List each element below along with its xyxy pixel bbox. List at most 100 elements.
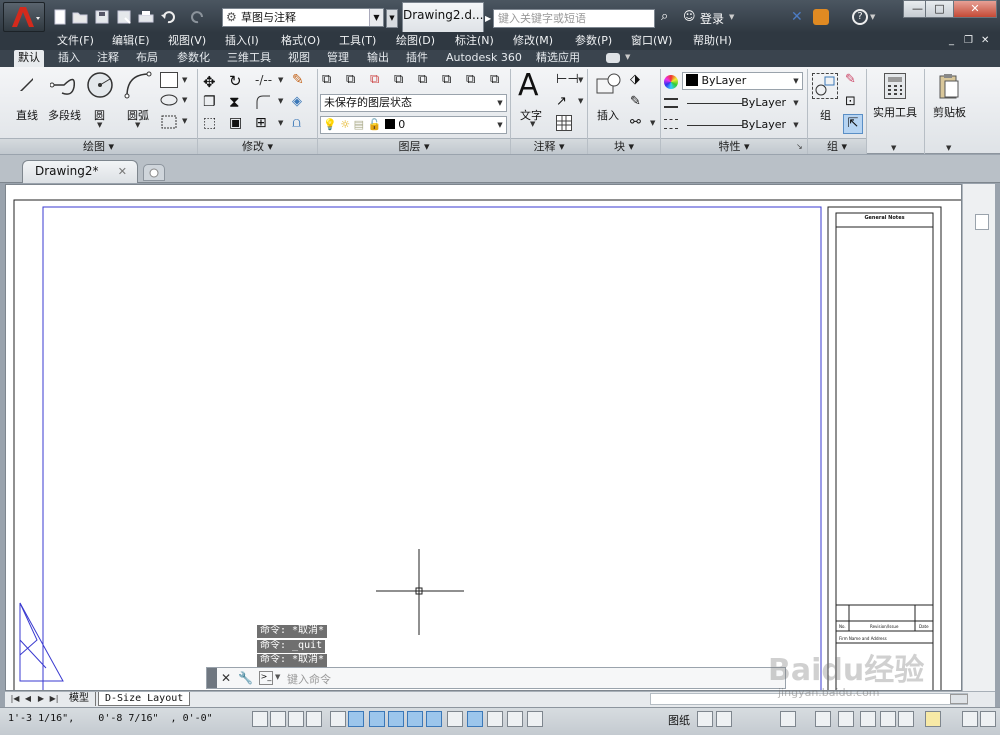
ortho-mode-icon[interactable] bbox=[306, 711, 322, 727]
save-icon[interactable] bbox=[94, 9, 110, 25]
tab-output[interactable]: 输出 bbox=[363, 50, 393, 67]
vertical-scrollbar-thumb[interactable] bbox=[975, 214, 989, 230]
annotation-panel-title[interactable]: 注释 ▾ bbox=[511, 138, 587, 154]
layer-lock-icon[interactable]: ⧉ bbox=[442, 72, 451, 87]
scale-icon[interactable]: ▣ bbox=[229, 115, 242, 131]
quick-properties-icon[interactable] bbox=[507, 711, 523, 727]
array-icon[interactable]: ⊞ bbox=[255, 115, 267, 131]
erase-icon[interactable]: ✎ bbox=[292, 72, 304, 88]
menu-view[interactable]: 视图(V) bbox=[168, 33, 206, 50]
infer-constraints-icon[interactable] bbox=[252, 711, 268, 727]
drawing-canvas[interactable]: General Notes No. Revision/Issue Date Fi… bbox=[5, 184, 962, 691]
menu-draw[interactable]: 绘图(D) bbox=[396, 33, 435, 50]
undo-icon[interactable] bbox=[160, 9, 176, 25]
leader-icon[interactable]: ↗ bbox=[556, 94, 567, 109]
ribbon-toggle-dropdown-icon[interactable]: ▼ bbox=[625, 53, 630, 61]
ellipse-dropdown-icon[interactable]: ▼ bbox=[182, 96, 187, 104]
tab-manage[interactable]: 管理 bbox=[323, 50, 353, 67]
file-tab-drawing2[interactable]: Drawing2* ✕ bbox=[22, 160, 138, 183]
vertical-scrollbar[interactable] bbox=[962, 184, 995, 691]
arc-button[interactable]: 圆弧 ▼ bbox=[124, 71, 152, 129]
doc-restore-button[interactable]: ❐ bbox=[964, 33, 973, 50]
login-dropdown-icon[interactable]: ▼ bbox=[729, 13, 734, 21]
last-layout-icon[interactable]: ▶| bbox=[48, 693, 60, 705]
leader-dropdown-icon[interactable]: ▼ bbox=[578, 97, 583, 105]
annotation-scale-icon[interactable] bbox=[815, 711, 831, 727]
polar-tracking-icon[interactable] bbox=[330, 711, 346, 727]
workspace-selector[interactable]: ⚙ 草图与注释 ▼ bbox=[222, 8, 384, 27]
fillet-icon[interactable] bbox=[255, 94, 271, 110]
prev-layout-icon[interactable]: ◀ bbox=[22, 693, 34, 705]
dynamic-input-icon[interactable] bbox=[447, 711, 463, 727]
block-panel-title[interactable]: 块 ▾ bbox=[588, 138, 660, 154]
color-dropdown[interactable]: ByLayer ▼ bbox=[682, 72, 803, 90]
calculator-icon[interactable] bbox=[884, 73, 906, 99]
tab-autodesk-360[interactable]: Autodesk 360 bbox=[442, 50, 526, 67]
copy-icon[interactable]: ❐ bbox=[203, 94, 216, 110]
menu-help[interactable]: 帮助(H) bbox=[693, 33, 732, 50]
rectangle-dropdown-icon[interactable]: ▼ bbox=[182, 76, 187, 84]
save-as-icon[interactable] bbox=[116, 9, 132, 25]
close-icon[interactable]: ✕ bbox=[221, 671, 231, 685]
autodesk-360-icon[interactable] bbox=[813, 9, 829, 25]
menu-format[interactable]: 格式(O) bbox=[281, 33, 320, 50]
text-dropdown-icon[interactable]: ▼ bbox=[530, 120, 535, 128]
offset-icon[interactable]: ⩍ bbox=[292, 115, 301, 131]
menu-tools[interactable]: 工具(T) bbox=[339, 33, 376, 50]
tab-insert[interactable]: 插入 bbox=[54, 50, 84, 67]
transparency-icon[interactable] bbox=[487, 711, 503, 727]
ellipse-icon[interactable] bbox=[160, 93, 178, 107]
layer-walk-icon[interactable]: ⧉ bbox=[490, 72, 499, 87]
close-button[interactable]: ✕ bbox=[953, 0, 997, 18]
layer-isolate-icon[interactable]: ⧉ bbox=[394, 72, 403, 87]
binoculars-icon[interactable]: ⌕ bbox=[661, 9, 677, 25]
linetype-icon[interactable] bbox=[664, 119, 678, 129]
groups-panel-title[interactable]: 组 ▾ bbox=[808, 138, 866, 154]
tab-d-size-layout[interactable]: D-Size Layout bbox=[98, 692, 191, 706]
workspace-switching-icon[interactable] bbox=[860, 711, 876, 727]
menu-edit[interactable]: 编辑(E) bbox=[112, 33, 150, 50]
group-select-icon[interactable]: ⇱ bbox=[843, 114, 863, 134]
open-file-icon[interactable] bbox=[72, 9, 88, 25]
first-layout-icon[interactable]: |◀ bbox=[9, 693, 21, 705]
insert-label[interactable]: 插入 bbox=[597, 107, 619, 123]
draw-panel-title[interactable]: 绘图 ▾ bbox=[0, 138, 197, 154]
panel-launcher-icon[interactable]: ↘ bbox=[796, 142, 803, 151]
menu-insert[interactable]: 插入(I) bbox=[225, 33, 259, 50]
menu-file[interactable]: 文件(F) bbox=[57, 33, 94, 50]
wrench-icon[interactable]: 🔧 bbox=[238, 671, 253, 685]
grid-display-icon[interactable] bbox=[288, 711, 304, 727]
circle-dropdown-icon[interactable]: ▼ bbox=[97, 121, 102, 129]
ungroup-icon[interactable]: ⊡ bbox=[845, 94, 856, 109]
tab-3d-tools[interactable]: 三维工具 bbox=[223, 50, 275, 67]
quick-view-layouts-icon[interactable] bbox=[697, 711, 713, 727]
ribbon-toggle-icon[interactable] bbox=[606, 53, 620, 63]
3d-object-snap-icon[interactable] bbox=[407, 711, 423, 727]
snap-mode-icon[interactable] bbox=[270, 711, 286, 727]
new-file-icon[interactable] bbox=[52, 9, 68, 25]
layer-state-icon[interactable]: ⧉ bbox=[346, 72, 355, 87]
status-bar-menu-icon[interactable] bbox=[980, 711, 996, 727]
tab-model[interactable]: 模型 bbox=[63, 692, 96, 706]
clipboard-dropdown-icon[interactable]: ▼ bbox=[946, 144, 951, 152]
search-input[interactable]: 键入关键字或短语 bbox=[493, 9, 655, 28]
selection-cycling-icon[interactable] bbox=[527, 711, 543, 727]
object-snap-icon[interactable] bbox=[388, 711, 404, 727]
group-edit-icon[interactable]: ✎ bbox=[845, 72, 856, 87]
doc-minimize-button[interactable]: _ bbox=[949, 33, 954, 50]
tab-parametric[interactable]: 参数化 bbox=[173, 50, 214, 67]
trim-icon[interactable]: -/-- bbox=[255, 73, 272, 87]
user-icon[interactable]: ☺ bbox=[683, 9, 697, 25]
layer-state-dropdown[interactable]: 未保存的图层状态 ▼ bbox=[320, 94, 507, 112]
text-icon[interactable]: A bbox=[518, 71, 539, 101]
isometric-drafting-icon[interactable] bbox=[348, 711, 364, 727]
dynamic-ucs-icon[interactable] bbox=[426, 711, 442, 727]
maximize-viewport-icon[interactable] bbox=[780, 711, 796, 727]
tab-annotate[interactable]: 注释 bbox=[93, 50, 123, 67]
object-snap-tracking-icon[interactable] bbox=[369, 711, 385, 727]
linetype-dropdown[interactable]: ByLayer ▼ bbox=[682, 94, 803, 112]
expand-arrow-icon[interactable]: ▶ bbox=[485, 10, 493, 27]
rectangle-icon[interactable] bbox=[160, 72, 178, 88]
hatch-dropdown-icon[interactable]: ▼ bbox=[182, 117, 187, 125]
new-tab-button[interactable] bbox=[143, 164, 165, 181]
